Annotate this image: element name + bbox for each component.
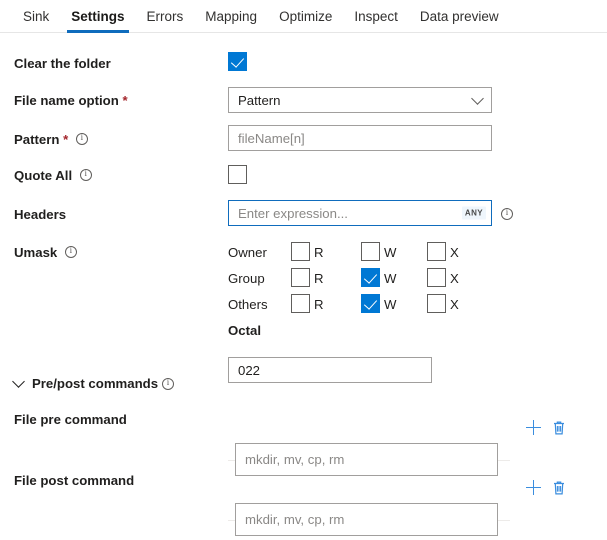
tab-label: Inspect	[354, 9, 398, 24]
pattern-placeholder: fileName[n]	[229, 131, 305, 146]
tab-label: Sink	[23, 9, 49, 24]
umask-owner-execute-checkbox[interactable]	[427, 242, 446, 261]
clear-folder-label: Clear the folder	[14, 56, 111, 71]
chevron-down-icon	[471, 92, 484, 105]
required-asterisk: *	[122, 93, 127, 108]
tab-label: Errors	[147, 9, 184, 24]
file-pre-command-label: File pre command	[14, 412, 127, 427]
tab-label: Settings	[71, 9, 124, 24]
tab-inspect[interactable]: Inspect	[343, 0, 409, 32]
file-pre-command-placeholder: mkdir, mv, cp, rm	[236, 452, 344, 467]
quote-all-label: Quote All	[14, 168, 92, 183]
umask-owner-read-checkbox[interactable]	[291, 242, 310, 261]
file-name-option-label: File name option *	[14, 93, 128, 108]
file-post-command-label: File post command	[14, 473, 134, 488]
umask-group-read-checkbox[interactable]	[291, 268, 310, 287]
umask-owner-write-checkbox[interactable]	[361, 242, 380, 261]
umask-others-execute-tag: X	[450, 297, 459, 312]
quote-all-checkbox[interactable]	[228, 165, 247, 184]
info-icon[interactable]	[76, 133, 88, 145]
add-post-command-button[interactable]	[526, 480, 541, 495]
file-pre-command-input[interactable]: mkdir, mv, cp, rm	[235, 443, 498, 476]
tab-list: Sink Settings Errors Mapping Optimize In…	[0, 0, 607, 32]
prepost-commands-section-toggle[interactable]: Pre/post commands	[14, 376, 174, 391]
file-post-command-placeholder: mkdir, mv, cp, rm	[236, 512, 344, 527]
tab-strip: Sink Settings Errors Mapping Optimize In…	[0, 0, 607, 33]
tab-errors[interactable]: Errors	[136, 0, 195, 32]
umask-row-owner-label: Owner	[228, 245, 267, 260]
tab-label: Optimize	[279, 9, 332, 24]
umask-others-read-checkbox[interactable]	[291, 294, 310, 313]
info-icon[interactable]	[501, 208, 513, 220]
umask-owner-execute-tag: X	[450, 245, 459, 260]
file-name-option-label-text: File name option	[14, 93, 119, 108]
clear-folder-label-text: Clear the folder	[14, 56, 111, 71]
file-pre-command-label-text: File pre command	[14, 412, 127, 427]
umask-octal-label: Octal	[228, 323, 261, 338]
delete-pre-command-button[interactable]	[551, 419, 567, 439]
umask-octal-value: 022	[229, 363, 260, 378]
umask-group-execute-checkbox[interactable]	[427, 268, 446, 287]
trash-icon	[551, 419, 567, 436]
umask-others-write-tag: W	[384, 297, 396, 312]
headers-placeholder: Enter expression...	[229, 206, 348, 221]
file-name-option-value: Pattern	[229, 93, 281, 108]
tab-sink[interactable]: Sink	[12, 0, 60, 32]
tab-label: Data preview	[420, 9, 499, 24]
umask-others-execute-checkbox[interactable]	[427, 294, 446, 313]
umask-label: Umask	[14, 245, 77, 260]
umask-group-execute-tag: X	[450, 271, 459, 286]
pattern-label: Pattern *	[14, 132, 88, 147]
trash-icon	[551, 479, 567, 496]
umask-label-text: Umask	[14, 245, 57, 260]
umask-others-write-checkbox[interactable]	[361, 294, 380, 313]
tab-data-preview[interactable]: Data preview	[409, 0, 510, 32]
info-icon[interactable]	[80, 169, 92, 181]
add-pre-command-button[interactable]	[526, 420, 541, 435]
headers-label: Headers	[14, 207, 66, 222]
tab-label: Mapping	[205, 9, 257, 24]
headers-label-text: Headers	[14, 207, 66, 222]
tab-mapping[interactable]: Mapping	[194, 0, 268, 32]
pattern-label-text: Pattern	[14, 132, 59, 147]
file-post-command-input[interactable]: mkdir, mv, cp, rm	[235, 503, 498, 536]
info-icon[interactable]	[162, 378, 174, 390]
tab-optimize[interactable]: Optimize	[268, 0, 343, 32]
file-name-option-dropdown[interactable]: Pattern	[228, 87, 492, 113]
pattern-input[interactable]: fileName[n]	[228, 125, 492, 151]
tab-settings[interactable]: Settings	[60, 0, 135, 32]
prepost-commands-label: Pre/post commands	[32, 376, 158, 391]
umask-row-group-label: Group	[228, 271, 265, 286]
delete-post-command-button[interactable]	[551, 479, 567, 499]
umask-group-write-tag: W	[384, 271, 396, 286]
headers-expression-input[interactable]: Enter expression... ANY	[228, 200, 492, 226]
required-asterisk: *	[63, 132, 68, 147]
umask-octal-input[interactable]: 022	[228, 357, 432, 383]
umask-row-others-label: Others	[228, 297, 268, 312]
umask-group-write-checkbox[interactable]	[361, 268, 380, 287]
umask-owner-write-tag: W	[384, 245, 396, 260]
file-post-command-label-text: File post command	[14, 473, 134, 488]
info-icon[interactable]	[65, 246, 77, 258]
umask-group-read-tag: R	[314, 271, 324, 286]
chevron-down-icon	[12, 375, 25, 388]
umask-owner-read-tag: R	[314, 245, 324, 260]
clear-folder-checkbox[interactable]	[228, 52, 247, 71]
umask-others-read-tag: R	[314, 297, 324, 312]
any-type-badge: ANY	[462, 207, 486, 220]
quote-all-label-text: Quote All	[14, 168, 72, 183]
